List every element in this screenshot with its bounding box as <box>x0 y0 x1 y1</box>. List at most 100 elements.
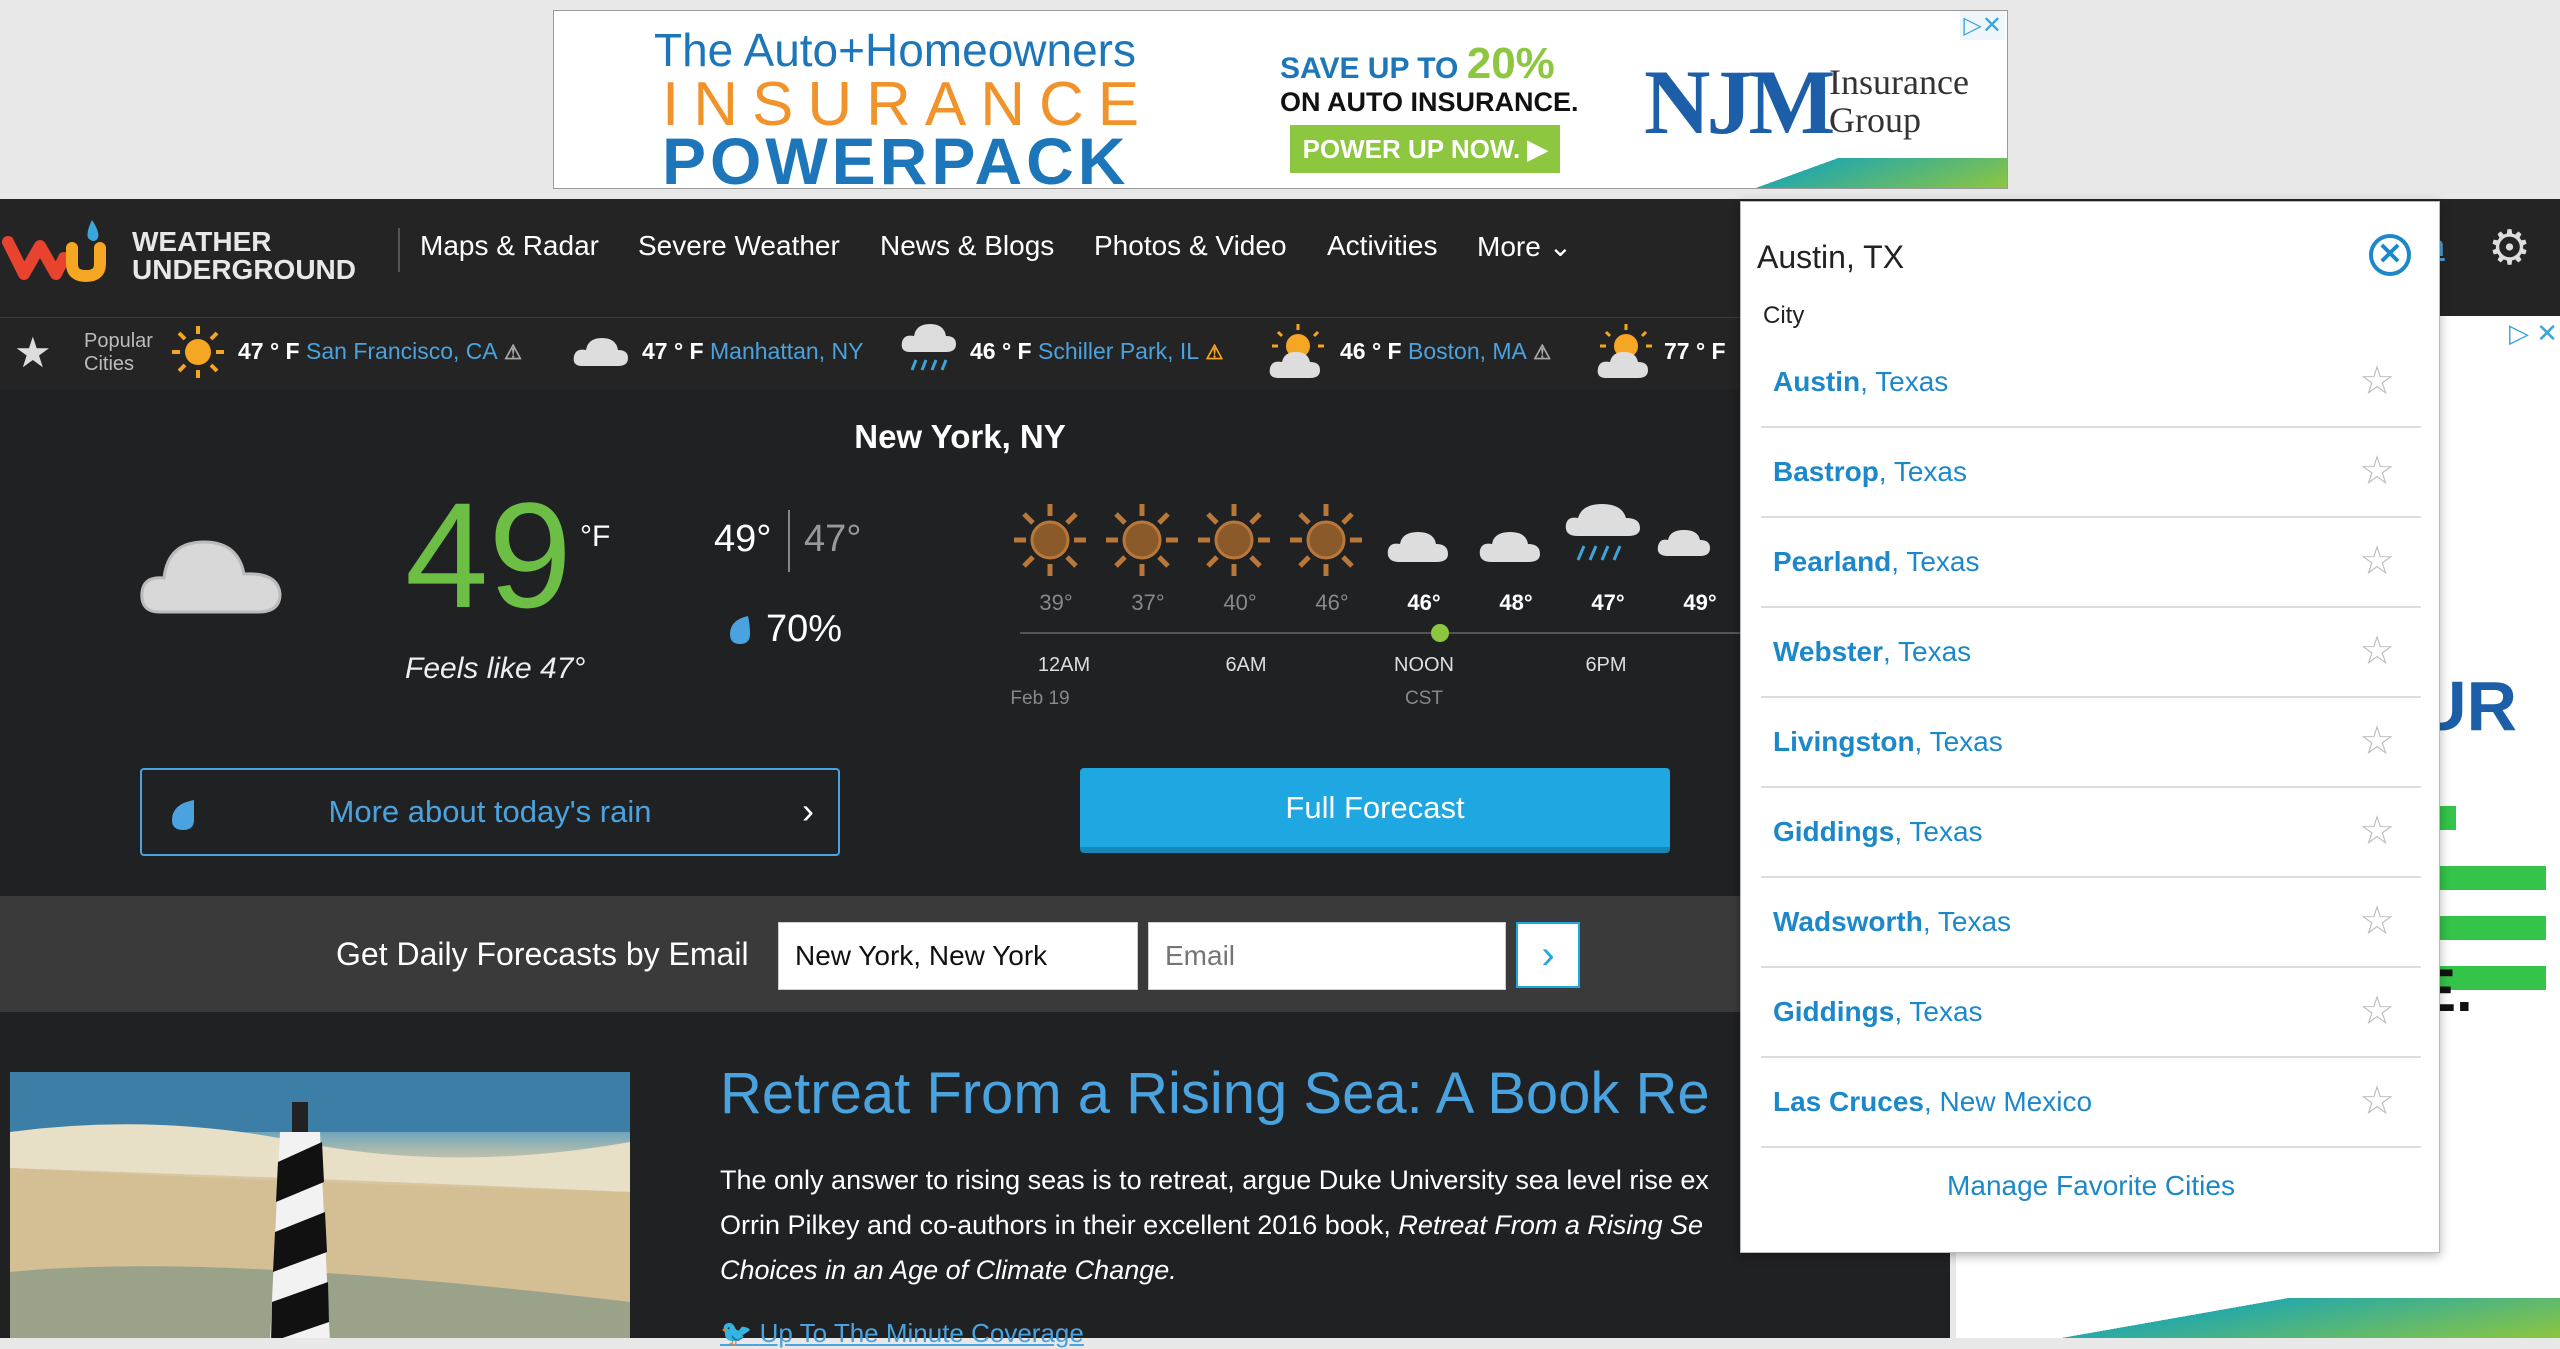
hourly-temp: 40° <box>1223 590 1257 615</box>
result-name: Bastrop, Texas <box>1773 456 1967 487</box>
hour-label: 12AM <box>1037 654 1091 676</box>
search-result[interactable]: Austin, Texas ☆ <box>1761 338 2421 428</box>
top-banner-ad[interactable]: ▷✕ The Auto+Homeowners INSURANCE POWERPA… <box>553 10 2008 189</box>
result-name: Wadsworth, Texas <box>1773 906 2012 937</box>
gear-icon[interactable]: ⚙ <box>2488 220 2531 276</box>
search-result[interactable]: Pearland, Texas ☆ <box>1761 518 2421 608</box>
manage-favorites-link[interactable]: Manage Favorite Cities <box>1741 1170 2441 1202</box>
sun-icon <box>172 326 224 378</box>
nav-news-blogs[interactable]: News & Blogs <box>880 230 1054 262</box>
favorite-star-icon[interactable]: ☆ <box>2359 988 2395 1034</box>
chevron-right-icon: › <box>802 790 814 831</box>
ad-choices-icon[interactable]: ▷ ✕ <box>2509 318 2558 349</box>
partly-cloudy-icon <box>1269 324 1324 378</box>
feels-like: Feels like 47° <box>405 652 586 685</box>
rain-details-button[interactable]: More about today's rain › <box>140 768 840 856</box>
ad-cta-button[interactable]: POWER UP NOW. ▶ <box>1290 125 1560 173</box>
location-search-dropdown: ✕ City Austin, Texas ☆ Bastrop, Texas ☆ Pe… <box>1740 201 2440 1253</box>
favorite-star-icon[interactable]: ☆ <box>2359 808 2395 854</box>
nav-photos-video[interactable]: Photos & Video <box>1094 230 1287 262</box>
ad-stripe <box>1587 158 2007 188</box>
search-result[interactable]: Webster, Texas ☆ <box>1761 608 2421 698</box>
favorite-star-icon[interactable]: ☆ <box>2359 718 2395 764</box>
date-label: Feb 19 <box>1010 688 1070 709</box>
cloud-icon <box>140 540 282 614</box>
star-icon[interactable]: ★ <box>14 328 52 377</box>
favorite-star-icon[interactable]: ☆ <box>2359 538 2395 584</box>
search-result[interactable]: Bastrop, Texas ☆ <box>1761 428 2421 518</box>
hourly-sun-icons <box>1014 504 1540 576</box>
logo-text[interactable]: WEATHER UNDERGROUND <box>132 228 356 284</box>
ad-offer: SAVE UP TO 20% <box>1280 39 1555 88</box>
search-result[interactable]: Livingston, Texas ☆ <box>1761 698 2421 788</box>
hour-label: NOON <box>1394 654 1454 676</box>
full-forecast-button[interactable]: Full Forecast <box>1080 768 1670 853</box>
twitter-icon: 🐦 <box>720 1318 753 1348</box>
nav-more[interactable]: More ⌄ <box>1477 230 1572 263</box>
email-field[interactable] <box>1148 922 1506 990</box>
article-image[interactable] <box>10 1072 630 1338</box>
hourly-temp: 37° <box>1131 590 1165 615</box>
location-title: New York, NY <box>854 418 1066 455</box>
email-submit-button[interactable]: › <box>1516 922 1580 988</box>
partly-cloudy-icon <box>1597 324 1652 378</box>
nav-severe-weather[interactable]: Severe Weather <box>638 230 840 262</box>
ad-stripe <box>1956 1298 2560 1338</box>
result-name: Giddings, Texas <box>1773 816 1983 847</box>
hour-label: 6PM <box>1585 654 1627 676</box>
result-name: Webster, Texas <box>1773 636 1972 667</box>
nav-maps-radar[interactable]: Maps & Radar <box>420 230 599 262</box>
high-temp: 49° <box>714 518 772 560</box>
popular-city[interactable]: 46 ° F Boston, MA ⚠ <box>1340 338 1551 365</box>
warning-icon: ⚠ <box>1205 342 1224 364</box>
result-name: Austin, Texas <box>1773 366 1949 397</box>
hourly-temp: 49° <box>1683 590 1717 615</box>
current-hour-marker <box>1431 624 1449 642</box>
lighthouse-image <box>10 1072 630 1338</box>
search-result[interactable]: Giddings, Texas ☆ <box>1761 968 2421 1058</box>
result-name: Las Cruces, New Mexico <box>1773 1086 2093 1117</box>
ad-choices-icon[interactable]: ▷✕ <box>1960 11 2005 40</box>
result-name: Pearland, Texas <box>1773 546 1980 577</box>
humidity-value: 70% <box>766 608 843 650</box>
hourly-temp: 39° <box>1039 590 1073 615</box>
favorite-star-icon[interactable]: ☆ <box>2359 1078 2395 1124</box>
ad-bar <box>2426 916 2546 940</box>
hourly-temp: 46° <box>1315 590 1349 615</box>
search-result[interactable]: Las Cruces, New Mexico ☆ <box>1761 1058 2421 1148</box>
favorite-star-icon[interactable]: ☆ <box>2359 358 2395 404</box>
popular-city[interactable]: 47 ° F Manhattan, NY <box>642 338 863 365</box>
search-result[interactable]: Wadsworth, Texas ☆ <box>1761 878 2421 968</box>
hourly-temp: 47° <box>1591 590 1625 615</box>
email-signup-label: Get Daily Forecasts by Email <box>336 936 749 972</box>
search-result[interactable]: Giddings, Texas ☆ <box>1761 788 2421 878</box>
article-link[interactable]: 🐦 Up To The Minute Coverage <box>720 1318 1084 1349</box>
popular-city[interactable]: 47 ° F San Francisco, CA ⚠ <box>238 338 522 365</box>
hourly-temp: 48° <box>1499 590 1533 615</box>
result-name: Giddings, Texas <box>1773 996 1983 1027</box>
temperature-unit: °F <box>580 520 611 553</box>
location-field[interactable]: New York, New York <box>778 922 1138 990</box>
warning-icon: ⚠ <box>1533 342 1552 364</box>
cloud-icon <box>573 338 628 366</box>
article-title[interactable]: Retreat From a Rising Sea: A Book Re <box>720 1060 1710 1127</box>
chevron-down-icon: ⌄ <box>1548 231 1573 262</box>
low-temp: 47° <box>804 518 862 560</box>
nav-activities[interactable]: Activities <box>1327 230 1437 262</box>
ad-offer-2: ON AUTO INSURANCE. <box>1280 87 1579 117</box>
favorite-star-icon[interactable]: ☆ <box>2359 448 2395 494</box>
ad-brand-logo: NJM <box>1644 51 1835 153</box>
favorite-star-icon[interactable]: ☆ <box>2359 898 2395 944</box>
hourly-timeline <box>1020 632 1780 634</box>
popular-city[interactable]: 77 ° F <box>1664 338 1726 365</box>
ad-brand-sub: Insurance Group <box>1829 62 1969 140</box>
popular-city[interactable]: 46 ° F Schiller Park, IL ⚠ <box>970 338 1223 365</box>
hilo-divider <box>788 510 790 572</box>
result-name: Livingston, Texas <box>1773 726 2003 757</box>
favorite-star-icon[interactable]: ☆ <box>2359 628 2395 674</box>
clear-search-icon[interactable]: ✕ <box>2369 234 2411 276</box>
wu-logo-icon[interactable] <box>2 212 126 292</box>
location-search-input[interactable] <box>1755 238 2315 277</box>
rain-drop-icon <box>172 800 194 830</box>
timezone-label: CST <box>1405 688 1443 709</box>
